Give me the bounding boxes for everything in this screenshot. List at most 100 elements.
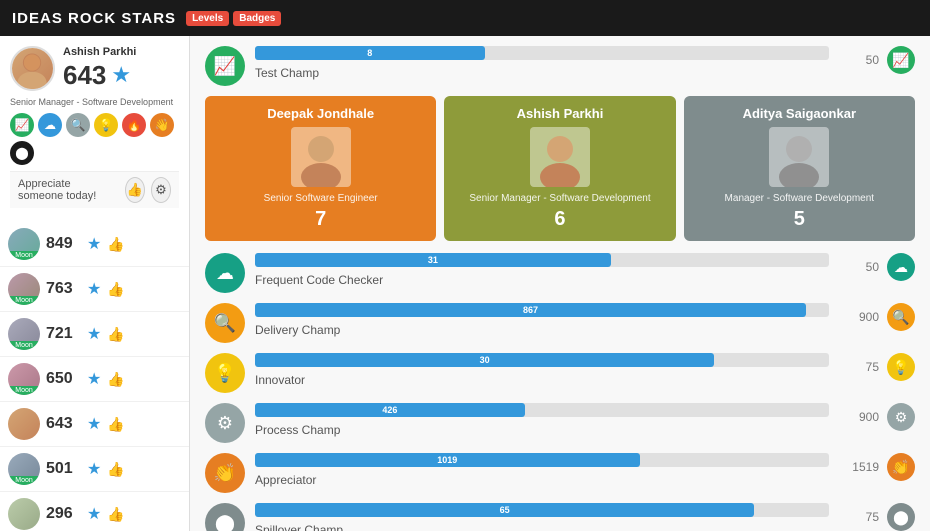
- list-item[interactable]: Moon 501 ★ 👍: [0, 447, 189, 492]
- list-item[interactable]: Moon 849 ★ 👍: [0, 222, 189, 267]
- spillover-champ-row: ⬤ 65 Spillover Champ 75 ⬤: [205, 503, 915, 531]
- list-item[interactable]: Moon 763 ★ 👍: [0, 267, 189, 312]
- appreciate-settings-button[interactable]: ⚙: [151, 177, 171, 203]
- profile-role: Senior Manager - Software Development: [10, 97, 179, 107]
- test-champ-label: Test Champ: [255, 66, 319, 80]
- progress-bar-wrap: 426: [255, 403, 829, 417]
- top3-card-2[interactable]: Ashish Parkhi Senior Manager - Software …: [444, 96, 675, 241]
- innovator-max-icon: 💡: [887, 353, 915, 381]
- score: 501: [46, 460, 81, 478]
- badges-badge[interactable]: Badges: [233, 11, 281, 26]
- levels-badge[interactable]: Levels: [186, 11, 229, 26]
- frequent-code-checker-row: ☁ 31 Frequent Code Checker 50 ☁: [205, 253, 915, 293]
- top3-card-1[interactable]: Deepak Jondhale Senior Software Engineer…: [205, 96, 436, 241]
- appreciator-value: 1019: [437, 455, 457, 465]
- list-item[interactable]: 296 ★ 👍: [0, 492, 189, 531]
- frequent-code-bar: 31: [255, 253, 611, 267]
- star-icon: ★: [87, 324, 101, 344]
- appreciator-progress: 1019 Appreciator: [255, 453, 829, 489]
- avatar: Moon: [8, 453, 40, 485]
- score: 643: [46, 415, 81, 433]
- thumb-icon[interactable]: 👍: [107, 371, 124, 388]
- process-champ-label: Process Champ: [255, 423, 340, 437]
- sidebar: Ashish Parkhi 643 ★ Senior Manager - Sof…: [0, 36, 190, 531]
- frequent-code-max-row: 50 ☁: [839, 253, 915, 281]
- delivery-champ-row: 🔍 867 Delivery Champ 900 🔍: [205, 303, 915, 343]
- delivery-champ-bar: 867: [255, 303, 806, 317]
- list-item[interactable]: 643 ★ 👍: [0, 402, 189, 447]
- profile-icons: 📈 ☁ 🔍 💡 🔥 👋 ⬤: [10, 113, 179, 165]
- main-content: 📈 8 Test Champ 50 📈 Deepak Jondhale: [190, 36, 930, 531]
- innovator-icon: 💡: [205, 353, 245, 393]
- profile-search-icon[interactable]: 🔍: [66, 113, 90, 137]
- test-champ-max-row: 50 📈: [839, 46, 915, 74]
- profile-cloud-icon[interactable]: ☁: [38, 113, 62, 137]
- test-champ-progress: 8 Test Champ: [255, 46, 829, 82]
- delivery-champ-progress: 867 Delivery Champ: [255, 303, 829, 339]
- profile-avatar: [10, 46, 55, 91]
- process-champ-bar: 426: [255, 403, 525, 417]
- profile-hand-icon[interactable]: 👋: [150, 113, 174, 137]
- star-icon: ★: [87, 459, 101, 479]
- appreciate-bar: Appreciate someone today! 👍 ⚙: [10, 171, 179, 208]
- avatar: Moon: [8, 363, 40, 395]
- profile-trending-icon[interactable]: 📈: [10, 113, 34, 137]
- thumb-icon[interactable]: 👍: [107, 461, 124, 478]
- delivery-champ-max-row: 900 🔍: [839, 303, 915, 331]
- test-champ-bar: 8: [255, 46, 485, 60]
- process-champ-row: ⚙ 426 Process Champ 900 ⚙: [205, 403, 915, 443]
- thumb-icon[interactable]: 👍: [107, 281, 124, 298]
- thumb-icon[interactable]: 👍: [107, 506, 124, 523]
- top3-avatar-2: [530, 127, 590, 187]
- frequent-code-checker-icon: ☁: [205, 253, 245, 293]
- thumb-icon[interactable]: 👍: [107, 326, 124, 343]
- innovator-max: 75: [839, 360, 879, 374]
- thumb-icon[interactable]: 👍: [107, 416, 124, 433]
- list-item[interactable]: Moon 721 ★ 👍: [0, 312, 189, 357]
- profile-fire-icon[interactable]: 🔥: [122, 113, 146, 137]
- list-item[interactable]: Moon 650 ★ 👍: [0, 357, 189, 402]
- appreciator-row: 👏 1019 Appreciator 1519 👏: [205, 453, 915, 493]
- appreciate-thumb-button[interactable]: 👍: [125, 177, 145, 203]
- innovator-bar: 30: [255, 353, 714, 367]
- top3-score-3: 5: [694, 208, 905, 231]
- top3-name-3: Aditya Saigaonkar: [694, 106, 905, 121]
- top3-score-1: 7: [215, 208, 426, 231]
- delivery-champ-value: 867: [523, 305, 538, 315]
- profile-circle-icon[interactable]: ⬤: [10, 141, 34, 165]
- profile-score: 643 ★: [63, 60, 136, 91]
- innovator-progress: 30 Innovator: [255, 353, 829, 389]
- profile-bulb-icon[interactable]: 💡: [94, 113, 118, 137]
- thumb-icon[interactable]: 👍: [107, 236, 124, 253]
- test-champ-max: 50: [839, 53, 879, 67]
- leaderboard-list: Moon 849 ★ 👍 Moon 763 ★ 👍 Moon: [0, 218, 189, 531]
- badge-label: Moon: [8, 341, 40, 350]
- score: 296: [46, 505, 81, 523]
- process-champ-icon: ⚙: [205, 403, 245, 443]
- innovator-max-row: 75 💡: [839, 353, 915, 381]
- progress-bar-wrap: 30: [255, 353, 829, 367]
- top3-card-3[interactable]: Aditya Saigaonkar Manager - Software Dev…: [684, 96, 915, 241]
- top3-role-1: Senior Software Engineer: [215, 193, 426, 204]
- delivery-champ-max-icon: 🔍: [887, 303, 915, 331]
- test-champ-value: 8: [367, 48, 372, 58]
- spillover-champ-value: 65: [500, 505, 510, 515]
- avatar: [8, 408, 40, 440]
- avatar: [8, 498, 40, 530]
- process-champ-progress: 426 Process Champ: [255, 403, 829, 439]
- frequent-code-value: 31: [428, 255, 438, 265]
- delivery-champ-icon: 🔍: [205, 303, 245, 343]
- avatar: Moon: [8, 273, 40, 305]
- delivery-champ-label: Delivery Champ: [255, 323, 340, 337]
- spillover-champ-bar: 65: [255, 503, 754, 517]
- frequent-code-max: 50: [839, 260, 879, 274]
- progress-bar-wrap: 65: [255, 503, 829, 517]
- delivery-champ-max: 900: [839, 310, 879, 324]
- profile-info: Ashish Parkhi 643 ★: [63, 46, 136, 90]
- spillover-champ-icon: ⬤: [205, 503, 245, 531]
- spillover-champ-max-row: 75 ⬤: [839, 503, 915, 531]
- appreciator-icon: 👏: [205, 453, 245, 493]
- badge-label: Moon: [8, 251, 40, 260]
- appreciator-label: Appreciator: [255, 473, 316, 487]
- top3-avatar-3: [769, 127, 829, 187]
